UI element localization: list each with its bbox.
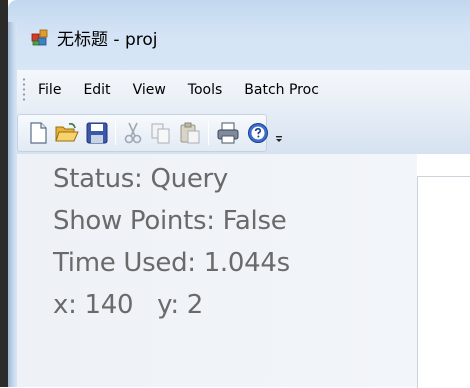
new-file-icon (30, 122, 47, 144)
window-frame-border (8, 22, 17, 387)
toolbar-overflow-icon (276, 136, 282, 142)
app-icon[interactable] (30, 27, 50, 47)
new-file-button[interactable] (28, 121, 48, 145)
show-points-text: Show Points: False (53, 206, 287, 236)
open-button[interactable] (55, 121, 79, 145)
menu-bar: File Edit View Tools Batch Proc (17, 70, 470, 110)
copy-icon (151, 123, 170, 144)
print-icon (217, 122, 239, 144)
open-folder-icon (55, 123, 79, 142)
paste-button[interactable] (179, 121, 201, 145)
save-icon (86, 122, 108, 144)
menu-tools[interactable]: Tools (188, 82, 223, 98)
toolbar-strip (17, 114, 282, 152)
toolbar (17, 110, 470, 154)
cut-icon (124, 122, 142, 144)
toolbar-separator (115, 121, 116, 145)
window-title: 无标题 - proj (57, 29, 158, 50)
save-button[interactable] (86, 121, 108, 145)
menu-grip[interactable] (22, 77, 26, 103)
menu-file[interactable]: File (38, 82, 61, 98)
help-icon (248, 123, 268, 143)
drawing-canvas[interactable] (417, 176, 470, 388)
coordinates-text: x: 140 y: 2 (53, 290, 203, 320)
menu-view[interactable]: View (133, 82, 166, 98)
toolbar-overflow-button[interactable] (274, 121, 284, 145)
status-panel: Status: Query Show Points: False Time Us… (17, 154, 417, 387)
help-button[interactable] (247, 121, 269, 145)
main-window: 无标题 - proj File Edit View Tools Batch Pr… (0, 0, 470, 388)
window-frame-edge (0, 0, 8, 387)
status-text: Status: Query (53, 164, 228, 194)
content-area: Status: Query Show Points: False Time Us… (17, 154, 470, 388)
copy-button[interactable] (150, 121, 172, 145)
paste-icon (180, 122, 200, 144)
toolbar-separator (208, 121, 209, 145)
title-bar[interactable]: 无标题 - proj (8, 0, 470, 70)
title-content: 无标题 - proj (30, 26, 158, 50)
print-button[interactable] (216, 121, 240, 145)
time-used-text: Time Used: 1.044s (53, 248, 290, 278)
menu-batch-proc[interactable]: Batch Proc (244, 82, 319, 98)
cut-button[interactable] (123, 121, 143, 145)
menu-edit[interactable]: Edit (83, 82, 110, 98)
